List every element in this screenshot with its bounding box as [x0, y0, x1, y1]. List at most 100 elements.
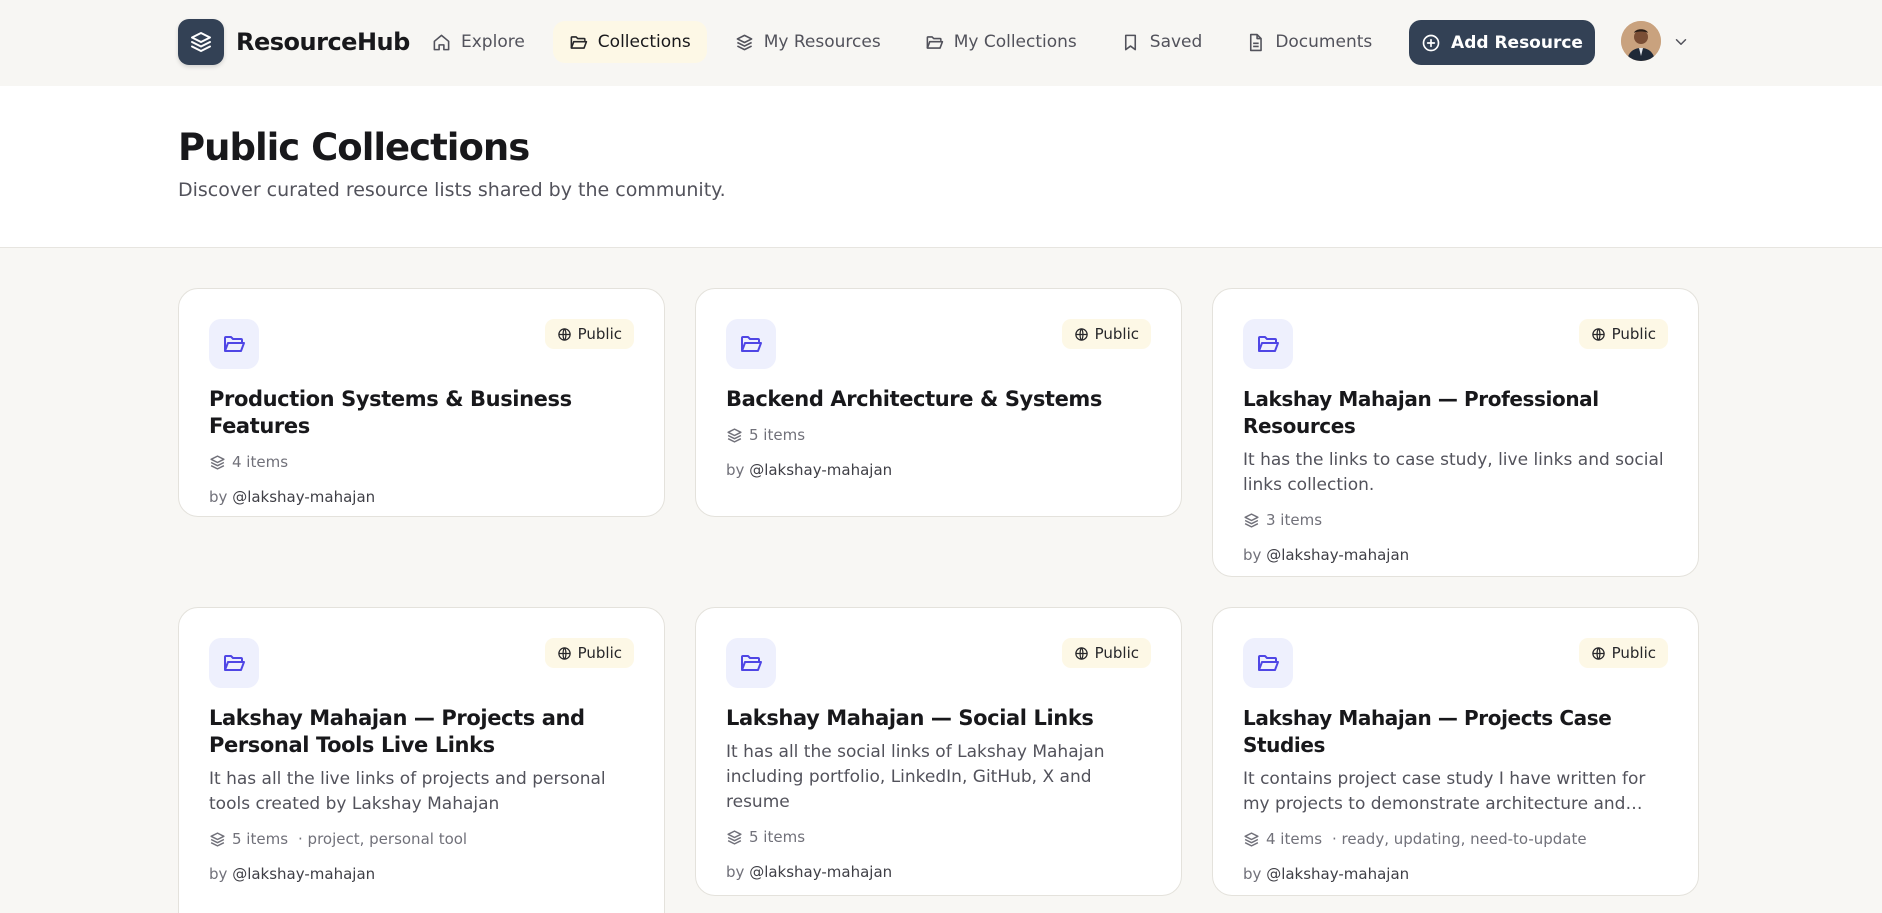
- author-line: by @lakshay-mahajan: [726, 461, 1151, 479]
- author-prefix: by: [209, 865, 228, 883]
- bookmark-icon: [1124, 34, 1136, 50]
- layers-icon: [210, 831, 225, 847]
- layers-icon: [727, 427, 742, 443]
- nav-documents[interactable]: Documents: [1230, 21, 1388, 63]
- author-prefix: by: [1243, 865, 1262, 883]
- folder-open-icon: [570, 35, 588, 49]
- author-line: by @lakshay-mahajan: [209, 488, 634, 506]
- author-line: by @lakshay-mahajan: [1243, 865, 1668, 883]
- nav-explore[interactable]: Explore: [416, 21, 541, 63]
- author-handle[interactable]: @lakshay-mahajan: [1266, 865, 1409, 883]
- collection-title[interactable]: Production Systems & Business Features: [209, 386, 634, 440]
- item-count: 4 items · ready, updating, need-to-updat…: [1243, 830, 1668, 848]
- collection-description: It has all the live links of projects an…: [209, 769, 606, 814]
- layers-icon: [727, 829, 742, 845]
- page-header: Public Collections Discover curated reso…: [0, 86, 1882, 248]
- globe-icon: [1591, 646, 1605, 660]
- collection-title[interactable]: Lakshay Mahajan — Professional Resources: [1243, 386, 1668, 440]
- folder-open-icon: [209, 319, 259, 369]
- layers-icon: [736, 34, 753, 50]
- collection-description: It has all the social links of Lakshay M…: [726, 742, 1105, 812]
- collection-description: It contains project case study I have wr…: [1243, 769, 1646, 814]
- folder-open-icon: [1243, 319, 1293, 369]
- document-icon: [1250, 33, 1263, 51]
- page-title: Public Collections: [178, 126, 530, 169]
- collection-tags: · project, personal tool: [298, 830, 468, 848]
- author-prefix: by: [726, 461, 745, 479]
- chevron-down-icon[interactable]: [1672, 33, 1690, 51]
- nav-my-collections[interactable]: My Collections: [909, 21, 1093, 63]
- badge-label: Public: [1611, 644, 1656, 662]
- author-handle[interactable]: @lakshay-mahajan: [232, 865, 375, 883]
- globe-icon: [1074, 327, 1088, 341]
- main-nav: Explore Collections My Resources My Coll…: [416, 21, 1400, 63]
- nav-explore-label: Explore: [461, 32, 525, 52]
- folder-open-icon: [726, 638, 776, 688]
- item-count: 5 items: [726, 828, 1151, 846]
- plus-circle-icon: [1422, 34, 1440, 51]
- user-avatar[interactable]: [1621, 21, 1661, 61]
- nav-documents-label: Documents: [1275, 32, 1373, 52]
- globe-icon: [557, 327, 571, 341]
- author-line: by @lakshay-mahajan: [726, 863, 1151, 881]
- folder-icon: [926, 35, 943, 49]
- author-handle[interactable]: @lakshay-mahajan: [749, 863, 892, 881]
- layers-icon: [210, 454, 225, 470]
- nav-my-resources-label: My Resources: [763, 32, 881, 52]
- item-count: 5 items · project, personal tool: [209, 830, 634, 848]
- collection-card[interactable]: Public Lakshay Mahajan — Projects Case S…: [1212, 607, 1699, 896]
- author-handle[interactable]: @lakshay-mahajan: [749, 461, 892, 479]
- layers-icon: [1244, 512, 1259, 528]
- add-resource-label: Add Resource: [1451, 32, 1583, 53]
- nav-saved-label: Saved: [1149, 32, 1203, 52]
- add-resource-button[interactable]: Add Resource: [1409, 20, 1595, 65]
- top-navigation: ResourceHub Explore Collections My Resou…: [0, 0, 1882, 86]
- app-name: ResourceHub: [236, 28, 410, 56]
- globe-icon: [1591, 327, 1605, 341]
- visibility-badge: Public: [544, 638, 634, 668]
- visibility-badge: Public: [1061, 319, 1151, 349]
- collection-card[interactable]: Public Lakshay Mahajan — Professional Re…: [1212, 288, 1699, 577]
- collection-card[interactable]: Public Lakshay Mahajan — Projects and Pe…: [178, 607, 665, 913]
- collection-title[interactable]: Lakshay Mahajan — Social Links: [726, 705, 1151, 732]
- item-count: 3 items: [1243, 511, 1668, 529]
- visibility-badge: Public: [1061, 638, 1151, 668]
- badge-label: Public: [1094, 644, 1139, 662]
- collection-card[interactable]: Public Lakshay Mahajan — Social Links It…: [695, 607, 1182, 896]
- collection-card[interactable]: Public Backend Architecture & Systems 5 …: [695, 288, 1182, 517]
- item-count-label: 5 items: [749, 426, 806, 444]
- author-line: by @lakshay-mahajan: [1243, 546, 1668, 564]
- author-handle[interactable]: @lakshay-mahajan: [1266, 546, 1409, 564]
- item-count-label: 5 items: [749, 828, 806, 846]
- folder-open-icon: [209, 638, 259, 688]
- nav-collections-label: Collections: [597, 32, 691, 52]
- badge-label: Public: [1094, 325, 1139, 343]
- author-handle[interactable]: @lakshay-mahajan: [232, 488, 375, 506]
- author-prefix: by: [726, 863, 745, 881]
- nav-my-resources[interactable]: My Resources: [719, 21, 897, 63]
- visibility-badge: Public: [1578, 319, 1668, 349]
- globe-icon: [557, 646, 571, 660]
- author-prefix: by: [209, 488, 228, 506]
- folder-open-icon: [1243, 638, 1293, 688]
- collection-title[interactable]: Lakshay Mahajan — Projects and Personal …: [209, 705, 634, 759]
- item-count-label: 4 items: [1266, 830, 1323, 848]
- layers-icon: [1244, 831, 1259, 847]
- page-subtitle: Discover curated resource lists shared b…: [178, 179, 726, 201]
- collection-card[interactable]: Public Production Systems & Business Fea…: [178, 288, 665, 517]
- badge-label: Public: [1611, 325, 1656, 343]
- item-count-label: 5 items: [232, 830, 289, 848]
- collection-title[interactable]: Backend Architecture & Systems: [726, 386, 1151, 413]
- collection-tags: · ready, updating, need-to-update: [1332, 830, 1587, 848]
- visibility-badge: Public: [544, 319, 634, 349]
- nav-saved[interactable]: Saved: [1105, 21, 1219, 63]
- home-icon: [433, 34, 450, 50]
- visibility-badge: Public: [1578, 638, 1668, 668]
- collection-title[interactable]: Lakshay Mahajan — Projects Case Studies: [1243, 705, 1668, 759]
- nav-my-collections-label: My Collections: [953, 32, 1077, 52]
- item-count-label: 3 items: [1266, 511, 1323, 529]
- badge-label: Public: [577, 325, 622, 343]
- author-prefix: by: [1243, 546, 1262, 564]
- nav-collections[interactable]: Collections: [552, 21, 707, 63]
- app-logo[interactable]: ResourceHub: [178, 19, 410, 65]
